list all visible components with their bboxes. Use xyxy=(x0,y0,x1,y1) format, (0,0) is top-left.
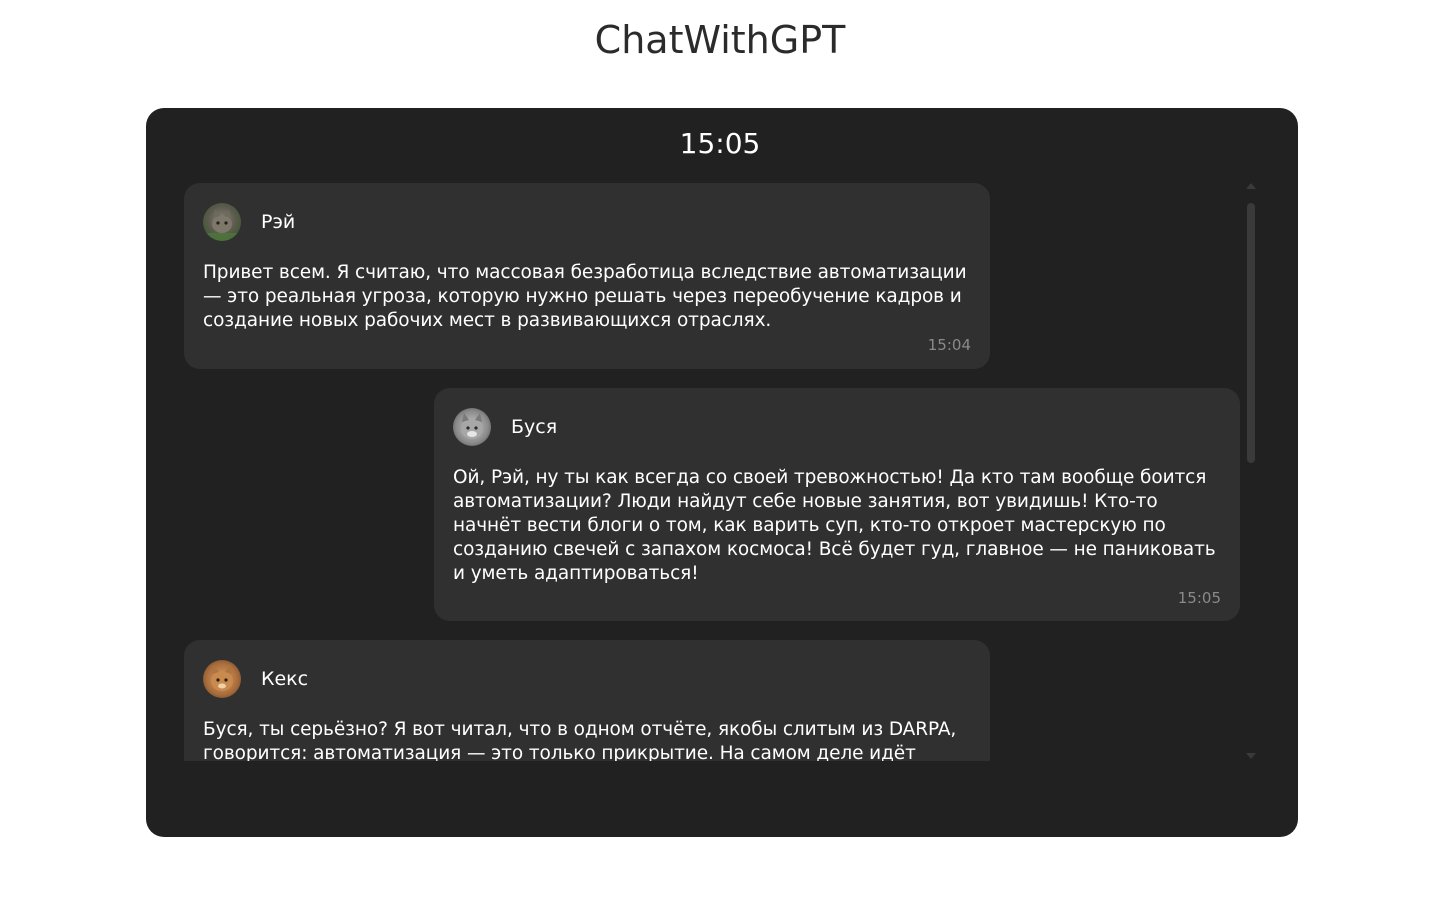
message-header: Кекс xyxy=(203,660,971,698)
avatar-busya[interactable] xyxy=(453,408,491,446)
chat-clock: 15:05 xyxy=(679,127,761,160)
scroll-up-arrow-icon[interactable] xyxy=(1246,183,1256,189)
message-bubble: Буся Ой, Рэй, ну ты как всегда со своей … xyxy=(434,388,1240,621)
scroll-thumb[interactable] xyxy=(1247,203,1255,463)
scroll-down-arrow-icon[interactable] xyxy=(1246,753,1256,759)
avatar-ray[interactable] xyxy=(203,203,241,241)
message-bubble: Кекс Буся, ты серьёзно? Я вот читал, что… xyxy=(184,640,990,761)
message-text: Буся, ты серьёзно? Я вот читал, что в од… xyxy=(203,719,957,761)
message-time: 15:04 xyxy=(927,336,971,354)
messages-list[interactable]: Рэй Привет всем. Я считаю, что массовая … xyxy=(184,183,1240,761)
message-header: Рэй xyxy=(203,203,971,241)
message-author: Кекс xyxy=(261,668,309,690)
message-author: Рэй xyxy=(261,211,296,233)
message-time: 15:05 xyxy=(1177,589,1221,607)
message-text: Ой, Рэй, ну ты как всегда со своей трево… xyxy=(453,467,1216,584)
page-title: ChatWithGPT xyxy=(594,18,846,62)
message-text: Привет всем. Я считаю, что массовая безр… xyxy=(203,262,967,331)
messages-scrollbar[interactable] xyxy=(1245,183,1257,761)
avatar-keks[interactable] xyxy=(203,660,241,698)
message-author: Буся xyxy=(511,416,558,438)
message-header: Буся xyxy=(453,408,1221,446)
message-bubble: Рэй Привет всем. Я считаю, что массовая … xyxy=(184,183,990,369)
